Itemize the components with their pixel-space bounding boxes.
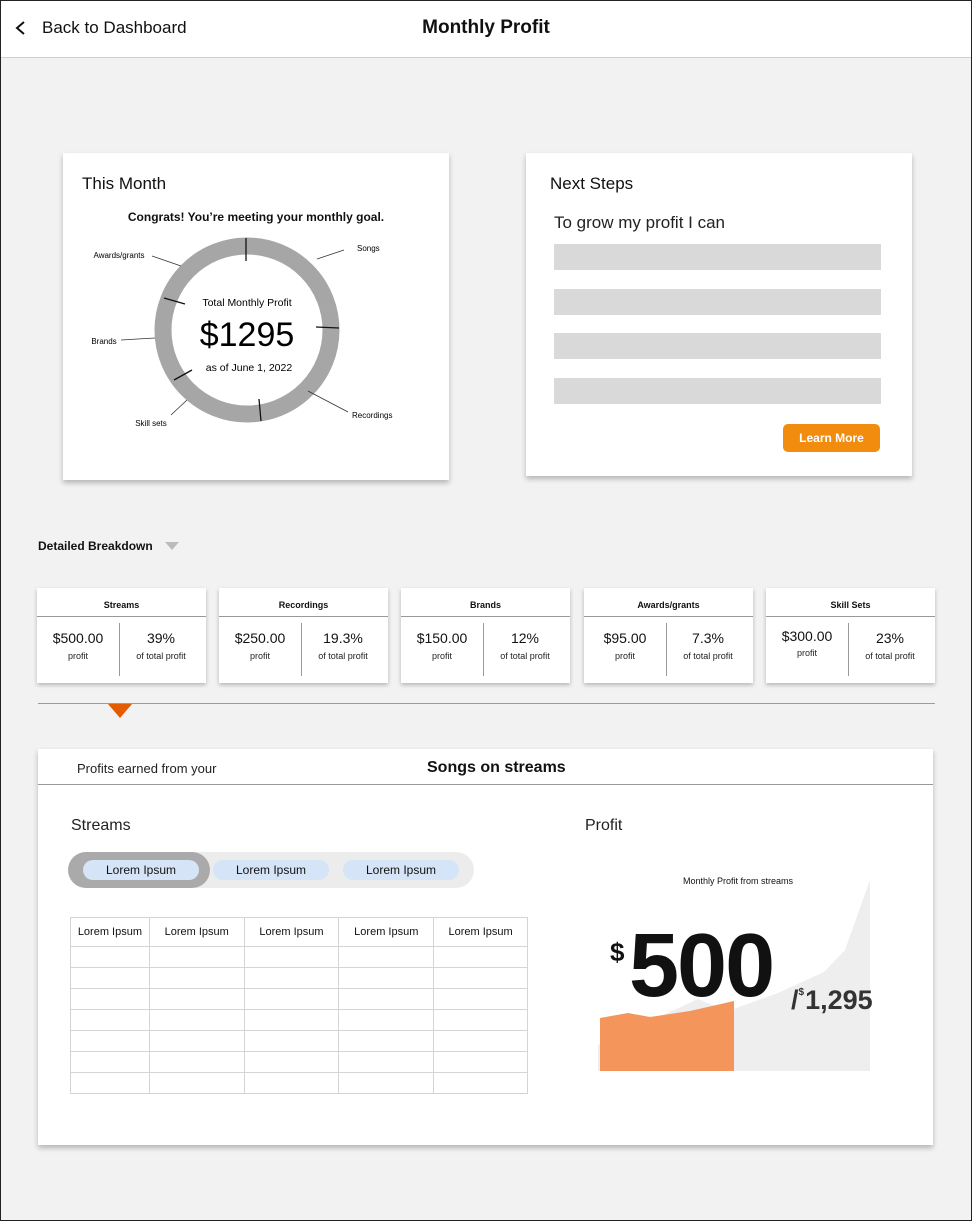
donut-value: $1295: [200, 316, 295, 354]
card-title: Streams: [103, 600, 140, 610]
breakdown-card-skill-sets[interactable]: Skill Sets $300.00 profit 23% of total p…: [766, 588, 935, 683]
selection-divider: [38, 703, 935, 704]
next-steps-subtitle: To grow my profit I can: [554, 213, 726, 232]
card-amount: $300.00: [781, 628, 833, 644]
card-percent-label: of total profit: [136, 651, 186, 661]
label-skill-sets: Skill sets: [135, 419, 167, 428]
card-percent: 12%: [510, 630, 540, 646]
panel-title: Songs on streams: [427, 759, 566, 776]
table-header-row: Lorem Ipsum Lorem Ipsum Lorem Ipsum Lore…: [70, 917, 528, 947]
table-row: [70, 1051, 528, 1073]
streams-table: Lorem Ipsum Lorem Ipsum Lorem Ipsum Lore…: [70, 917, 528, 1094]
card-amount: $95.00: [603, 630, 647, 646]
card-title: Brands: [469, 600, 501, 610]
label-songs: Songs: [357, 244, 380, 253]
card-amount-label: profit: [614, 651, 635, 661]
total-currency: $: [798, 987, 805, 998]
card-percent: 19.3%: [323, 630, 363, 646]
card-percent-label: of total profit: [865, 651, 915, 661]
card-title: Recordings: [278, 600, 329, 610]
filter-pill[interactable]: Lorem Ipsum: [343, 860, 459, 880]
page-title: Monthly Profit: [422, 17, 550, 38]
card-title: Awards/grants: [637, 600, 700, 610]
card-percent-label: of total profit: [683, 651, 733, 661]
card-percent-label: of total profit: [500, 651, 550, 661]
streams-detail-panel: Profits earned from your Songs on stream…: [38, 749, 933, 1145]
card-percent: 23%: [875, 630, 905, 646]
this-month-card: This Month Congrats! You’re meeting your…: [63, 153, 449, 480]
card-amount-label: profit: [431, 651, 452, 661]
donut-title: Total Monthly Profit: [202, 297, 291, 309]
total-slash: /: [791, 985, 799, 1015]
breakdown-card-streams[interactable]: Streams $500.00 profit 39% of total prof…: [37, 588, 206, 683]
card-amount-label: profit: [67, 651, 88, 661]
table-header: Lorem Ipsum: [338, 917, 435, 947]
chart-title: Monthly Profit from streams: [682, 876, 794, 886]
panel-lead-text: Profits earned from your: [77, 761, 217, 776]
profit-section-title: Profit: [585, 817, 623, 834]
breakdown-card-brands[interactable]: Brands $150.00 profit 12% of total profi…: [401, 588, 570, 683]
donut-date: as of June 1, 2022: [206, 362, 293, 374]
learn-more-button[interactable]: Learn More: [783, 424, 880, 452]
streams-profit-value: 500: [629, 916, 775, 1016]
filter-pill[interactable]: Lorem Ipsum: [213, 860, 329, 880]
next-step-placeholder: [554, 289, 881, 315]
label-recordings: Recordings: [352, 411, 392, 420]
card-title: Skill Sets: [830, 600, 871, 610]
table-header: Lorem Ipsum: [70, 917, 150, 947]
next-step-placeholder: [554, 378, 881, 404]
next-step-placeholder: [554, 244, 881, 270]
next-step-placeholder: [554, 333, 881, 359]
label-brands: Brands: [91, 337, 116, 346]
breakdown-card-awards-grants[interactable]: Awards/grants $95.00 profit 7.3% of tota…: [584, 588, 753, 683]
table-row: [70, 1030, 528, 1052]
card-amount: $500.00: [52, 630, 104, 646]
selection-indicator-icon: [108, 704, 132, 718]
detailed-breakdown-toggle[interactable]: Detailed Breakdown: [38, 539, 179, 553]
next-steps-title: Next Steps: [550, 174, 634, 193]
card-amount: $150.00: [416, 630, 468, 646]
card-percent: 7.3%: [692, 630, 724, 646]
caret-down-icon: [164, 542, 179, 550]
profit-donut-chart: Awards/grants Songs Brands Recordings Sk…: [91, 237, 392, 428]
card-amount-label: profit: [796, 648, 817, 658]
table-row: [70, 1009, 528, 1031]
card-percent-label: of total profit: [318, 651, 368, 661]
card-percent: 39%: [146, 630, 176, 646]
label-awards-grants: Awards/grants: [94, 251, 145, 260]
table-row: [70, 1072, 528, 1094]
filter-pill[interactable]: Lorem Ipsum: [83, 860, 199, 880]
next-steps-card: Next Steps To grow my profit I can Learn…: [526, 153, 912, 476]
table-header: Lorem Ipsum: [433, 917, 528, 947]
table-row: [70, 946, 528, 968]
profit-currency: $: [610, 937, 625, 967]
streams-section-title: Streams: [71, 817, 131, 834]
table-header: Lorem Ipsum: [243, 917, 340, 947]
top-bar: Back to Dashboard Monthly Profit: [0, 0, 972, 58]
card-amount-label: profit: [249, 651, 270, 661]
table-row: [70, 988, 528, 1010]
table-header: Lorem Ipsum: [148, 917, 245, 947]
detailed-breakdown-label: Detailed Breakdown: [38, 539, 153, 553]
total-profit-value: / $ 1,295: [791, 985, 873, 1016]
card-amount: $250.00: [234, 630, 286, 646]
table-row: [70, 967, 528, 989]
total-amount: 1,295: [805, 985, 873, 1015]
breakdown-card-recordings[interactable]: Recordings $250.00 profit 19.3% of total…: [219, 588, 388, 683]
